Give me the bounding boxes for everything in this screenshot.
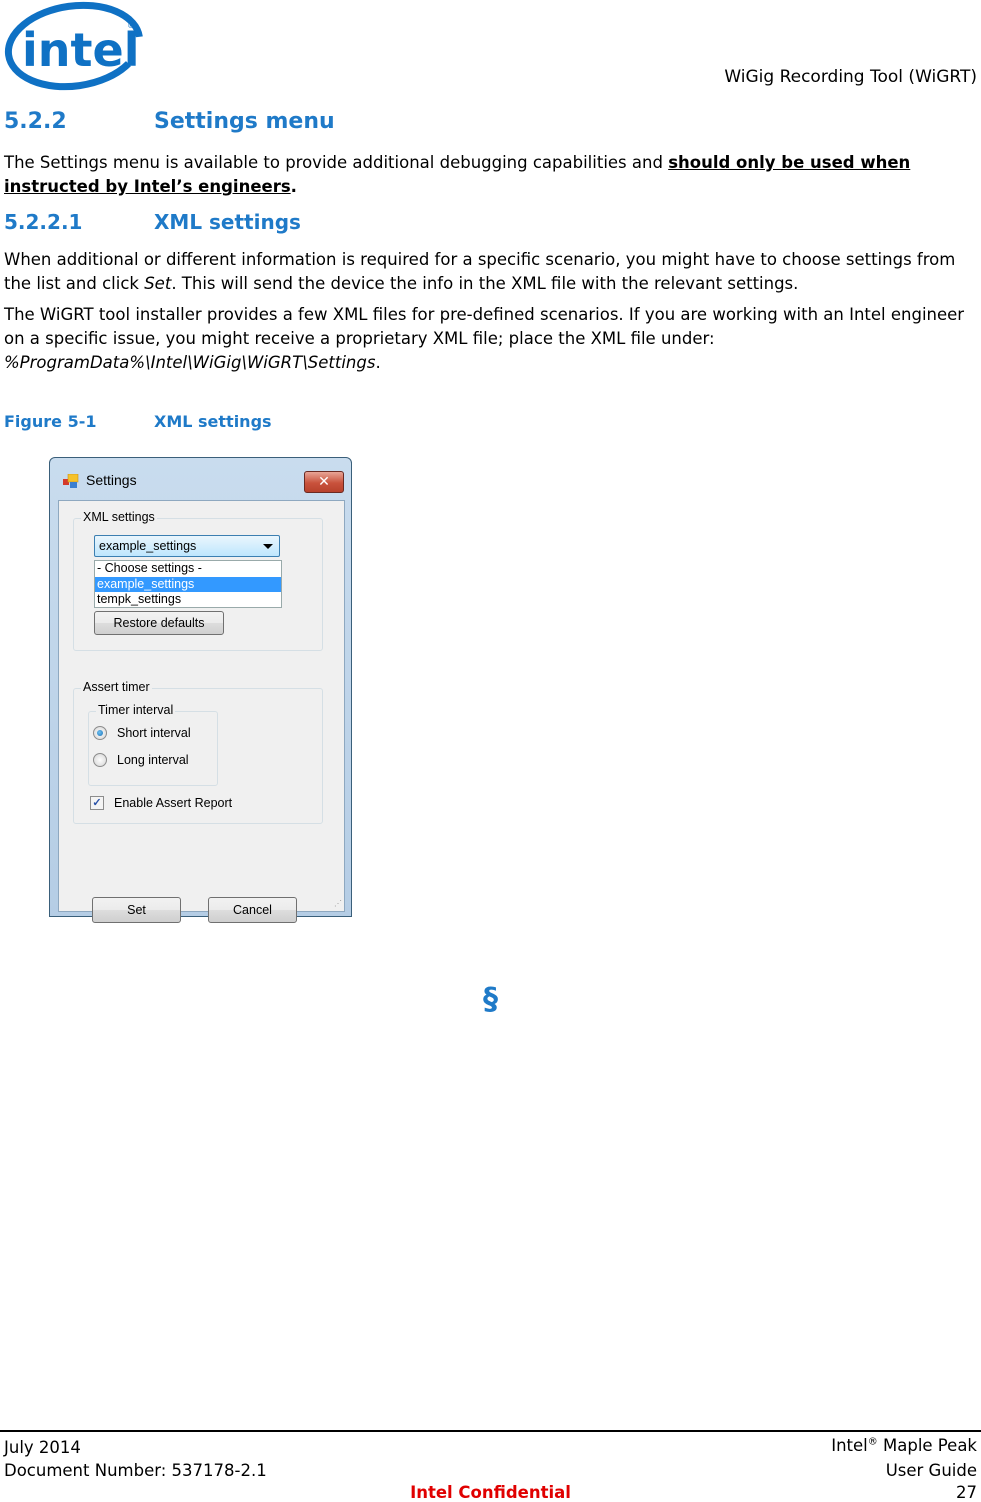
footer-document-number: Document Number: 537178-2.1 xyxy=(4,1461,267,1480)
xml-settings-dropdown: - Choose settings - example_settings tem… xyxy=(94,560,282,608)
cancel-button[interactable]: Cancel xyxy=(208,897,297,923)
dropdown-option[interactable]: tempk_settings xyxy=(95,592,281,608)
para2-text: The WiGRT tool installer provides a few … xyxy=(4,305,965,348)
assert-timer-group: Assert timer Timer interval Short interv… xyxy=(73,680,323,824)
footer-product: Intel® Maple Peak xyxy=(831,1436,977,1455)
checkmark-icon: ✓ xyxy=(92,796,102,809)
footer-divider xyxy=(0,1430,981,1432)
section-intro-paragraph: The Settings menu is available to provid… xyxy=(4,151,976,199)
set-button[interactable]: Set xyxy=(92,897,181,923)
app-icon xyxy=(63,474,79,488)
combo-value: example_settings xyxy=(99,539,197,553)
figure-caption: Figure 5-1 XML settings xyxy=(4,412,272,431)
close-icon: ✕ xyxy=(318,474,330,490)
para1-text-end: . This will send the device the info in … xyxy=(171,274,799,293)
footer-product-name: Maple Peak xyxy=(877,1436,977,1455)
assert-timer-group-label: Assert timer xyxy=(81,680,152,694)
timer-interval-group-label: Timer interval xyxy=(96,703,176,717)
paragraph-xml-location: The WiGRT tool installer provides a few … xyxy=(4,303,976,375)
intel-logo: intel ® xyxy=(4,1,144,91)
section-title: Settings menu xyxy=(154,109,335,134)
figure-title: XML settings xyxy=(154,412,272,431)
dialog-client-area: XML settings example_settings - Choose s… xyxy=(58,500,345,923)
section-end-mark: § xyxy=(483,982,498,1017)
timer-interval-group: Timer interval Short interval Long inter… xyxy=(88,703,218,786)
paragraph-xml-usage: When additional or different information… xyxy=(4,248,976,296)
settings-path: %ProgramData%\Intel\WiGig\WiGRT\Settings xyxy=(4,353,376,372)
enable-assert-report-label: Enable Assert Report xyxy=(114,796,233,810)
long-interval-radio[interactable] xyxy=(93,753,107,767)
short-interval-label: Short interval xyxy=(117,726,191,740)
xml-settings-group-label: XML settings xyxy=(81,510,157,524)
intel-logo-text: intel xyxy=(22,23,139,77)
chevron-down-icon xyxy=(263,544,273,549)
para2-text-end: . xyxy=(375,353,381,372)
close-button[interactable]: ✕ xyxy=(304,471,344,493)
subsection-heading: 5.2.2.1 XML settings xyxy=(4,210,301,234)
dropdown-option-selected[interactable]: example_settings xyxy=(95,576,281,592)
intro-text: The Settings menu is available to provid… xyxy=(4,153,669,172)
document-title: WiGig Recording Tool (WiGRT) xyxy=(724,67,977,87)
dropdown-option[interactable]: - Choose settings - xyxy=(95,561,281,577)
footer-date: July 2014 xyxy=(4,1438,81,1457)
footer-guide: User Guide xyxy=(885,1461,977,1480)
page-number: 27 xyxy=(956,1483,977,1502)
svg-text:®: ® xyxy=(127,21,135,30)
para1-italic: Set xyxy=(144,274,172,293)
short-interval-radio-row[interactable]: Short interval xyxy=(93,726,191,740)
settings-dialog: Settings ✕ XML settings example_settings… xyxy=(49,457,352,923)
xml-settings-group: XML settings example_settings - Choose s… xyxy=(73,510,323,651)
intro-suffix: . xyxy=(290,177,297,196)
long-interval-label: Long interval xyxy=(117,753,189,767)
registered-mark: ® xyxy=(867,1436,878,1448)
figure-number: Figure 5-1 xyxy=(4,412,97,431)
resize-grip-icon[interactable]: ⋰ xyxy=(334,899,342,908)
short-interval-radio[interactable] xyxy=(93,726,107,740)
subsection-number: 5.2.2.1 xyxy=(4,210,83,234)
enable-assert-report-checkbox[interactable]: ✓ xyxy=(90,796,104,810)
section-heading: 5.2.2 Settings menu xyxy=(4,109,335,134)
footer-confidential: Intel Confidential xyxy=(410,1483,571,1502)
long-interval-radio-row[interactable]: Long interval xyxy=(93,753,189,767)
restore-defaults-button[interactable]: Restore defaults xyxy=(94,611,224,635)
xml-settings-combo[interactable]: example_settings xyxy=(94,535,280,557)
enable-assert-report-row[interactable]: ✓ Enable Assert Report xyxy=(90,796,232,810)
footer-product-brand: Intel xyxy=(831,1436,868,1455)
dialog-title: Settings xyxy=(86,472,137,488)
section-number: 5.2.2 xyxy=(4,109,67,134)
subsection-title: XML settings xyxy=(154,210,301,234)
